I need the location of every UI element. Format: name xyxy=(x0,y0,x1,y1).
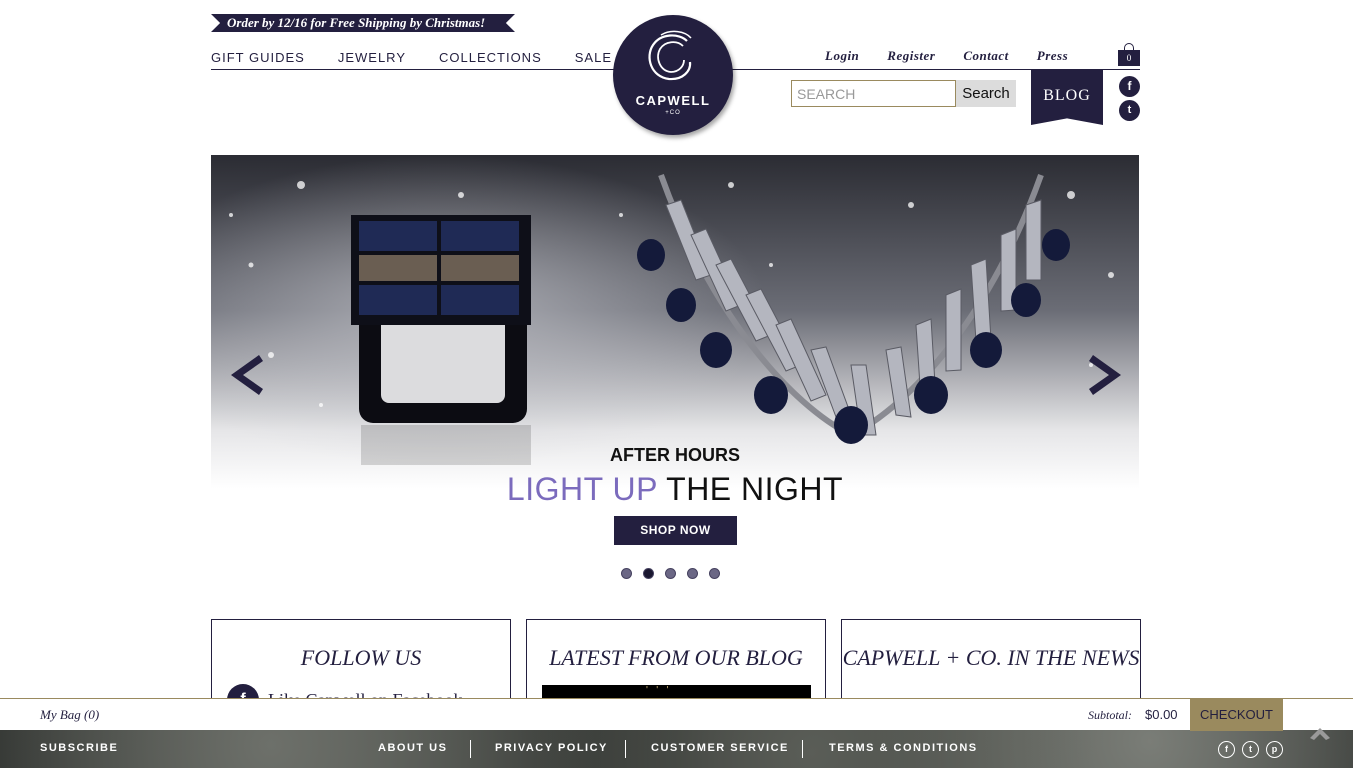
login-link[interactable]: Login xyxy=(825,48,859,64)
facebook-icon[interactable]: f xyxy=(1119,76,1140,97)
footer: SUBSCRIBE ABOUT US PRIVACY POLICY CUSTOM… xyxy=(0,730,1353,768)
slide-dot[interactable] xyxy=(665,568,676,579)
hero-title-rest: THE NIGHT xyxy=(657,471,844,507)
customer-service-link[interactable]: CUSTOMER SERVICE xyxy=(651,742,789,754)
scroll-to-top-icon[interactable] xyxy=(1308,722,1332,746)
my-bag-link[interactable]: My Bag (0) xyxy=(40,707,99,723)
slide-indicators xyxy=(621,568,720,579)
subscribe-link[interactable]: SUBSCRIBE xyxy=(40,742,118,754)
blog-ribbon[interactable]: BLOG xyxy=(1031,70,1103,125)
bag-count: 0 xyxy=(1118,50,1140,66)
logo-swirl-icon xyxy=(648,30,692,81)
shop-now-button[interactable]: SHOP NOW xyxy=(614,516,737,545)
privacy-policy-link[interactable]: PRIVACY POLICY xyxy=(495,742,608,754)
footer-separator xyxy=(470,740,471,758)
shopping-bag-icon[interactable]: 0 xyxy=(1118,43,1140,66)
logo-sub: +CO xyxy=(665,110,681,116)
facebook-icon[interactable]: f xyxy=(1218,741,1235,758)
nav-gift-guides[interactable]: GIFT GUIDES xyxy=(211,50,305,65)
twitter-icon[interactable]: t xyxy=(1242,741,1259,758)
press-link[interactable]: Press xyxy=(1037,48,1068,64)
utility-nav: Login Register Contact Press xyxy=(825,48,1096,64)
hero-title: LIGHT UP THE NIGHT xyxy=(211,471,1139,508)
next-arrow-icon[interactable] xyxy=(1087,353,1127,397)
main-nav: GIFT GUIDES JEWELRY COLLECTIONS SALE xyxy=(211,50,645,65)
card-title: CAPWELL + CO. IN THE NEWS xyxy=(842,645,1140,670)
ring-graphic xyxy=(351,215,531,465)
page: Order by 12/16 for Free Shipping by Chri… xyxy=(0,0,1353,768)
capwell-logo[interactable]: CAPWELL +CO xyxy=(613,15,733,135)
hero-title-accent: LIGHT UP xyxy=(506,471,658,507)
register-link[interactable]: Register xyxy=(887,48,935,64)
hero-subtitle: AFTER HOURS xyxy=(610,445,740,465)
hero-slideshow: AFTER HOURS LIGHT UP THE NIGHT SHOP NOW xyxy=(211,155,1139,600)
contact-link[interactable]: Contact xyxy=(963,48,1008,64)
search-button[interactable]: Search xyxy=(956,80,1016,107)
slide-dot[interactable] xyxy=(621,568,632,579)
card-title: LATEST FROM OUR BLOG xyxy=(549,645,803,670)
slide-dot[interactable] xyxy=(687,568,698,579)
subtotal-label: Subtotal: xyxy=(1088,708,1132,722)
slide-dot[interactable] xyxy=(709,568,720,579)
search-input[interactable] xyxy=(791,80,956,107)
nav-jewelry[interactable]: JEWELRY xyxy=(338,50,406,65)
about-us-link[interactable]: ABOUT US xyxy=(378,742,447,754)
nav-collections[interactable]: COLLECTIONS xyxy=(439,50,542,65)
twitter-icon[interactable]: t xyxy=(1119,100,1140,121)
terms-conditions-link[interactable]: TERMS & CONDITIONS xyxy=(829,742,978,754)
slide-dot-active[interactable] xyxy=(643,568,654,579)
subtotal-value: $0.00 xyxy=(1145,707,1178,722)
logo-name: CAPWELL xyxy=(635,93,711,108)
footer-separator xyxy=(802,740,803,758)
footer-separator xyxy=(625,740,626,758)
bag-bar: My Bag (0) Subtotal: $0.00 CHECKOUT xyxy=(0,698,1353,731)
nav-sale[interactable]: SALE xyxy=(575,50,612,65)
pinterest-icon[interactable]: p xyxy=(1266,741,1283,758)
card-title: FOLLOW US xyxy=(300,645,422,670)
checkout-button[interactable]: CHECKOUT xyxy=(1190,699,1283,731)
prev-arrow-icon[interactable] xyxy=(225,353,265,397)
promo-banner[interactable]: Order by 12/16 for Free Shipping by Chri… xyxy=(211,14,515,32)
